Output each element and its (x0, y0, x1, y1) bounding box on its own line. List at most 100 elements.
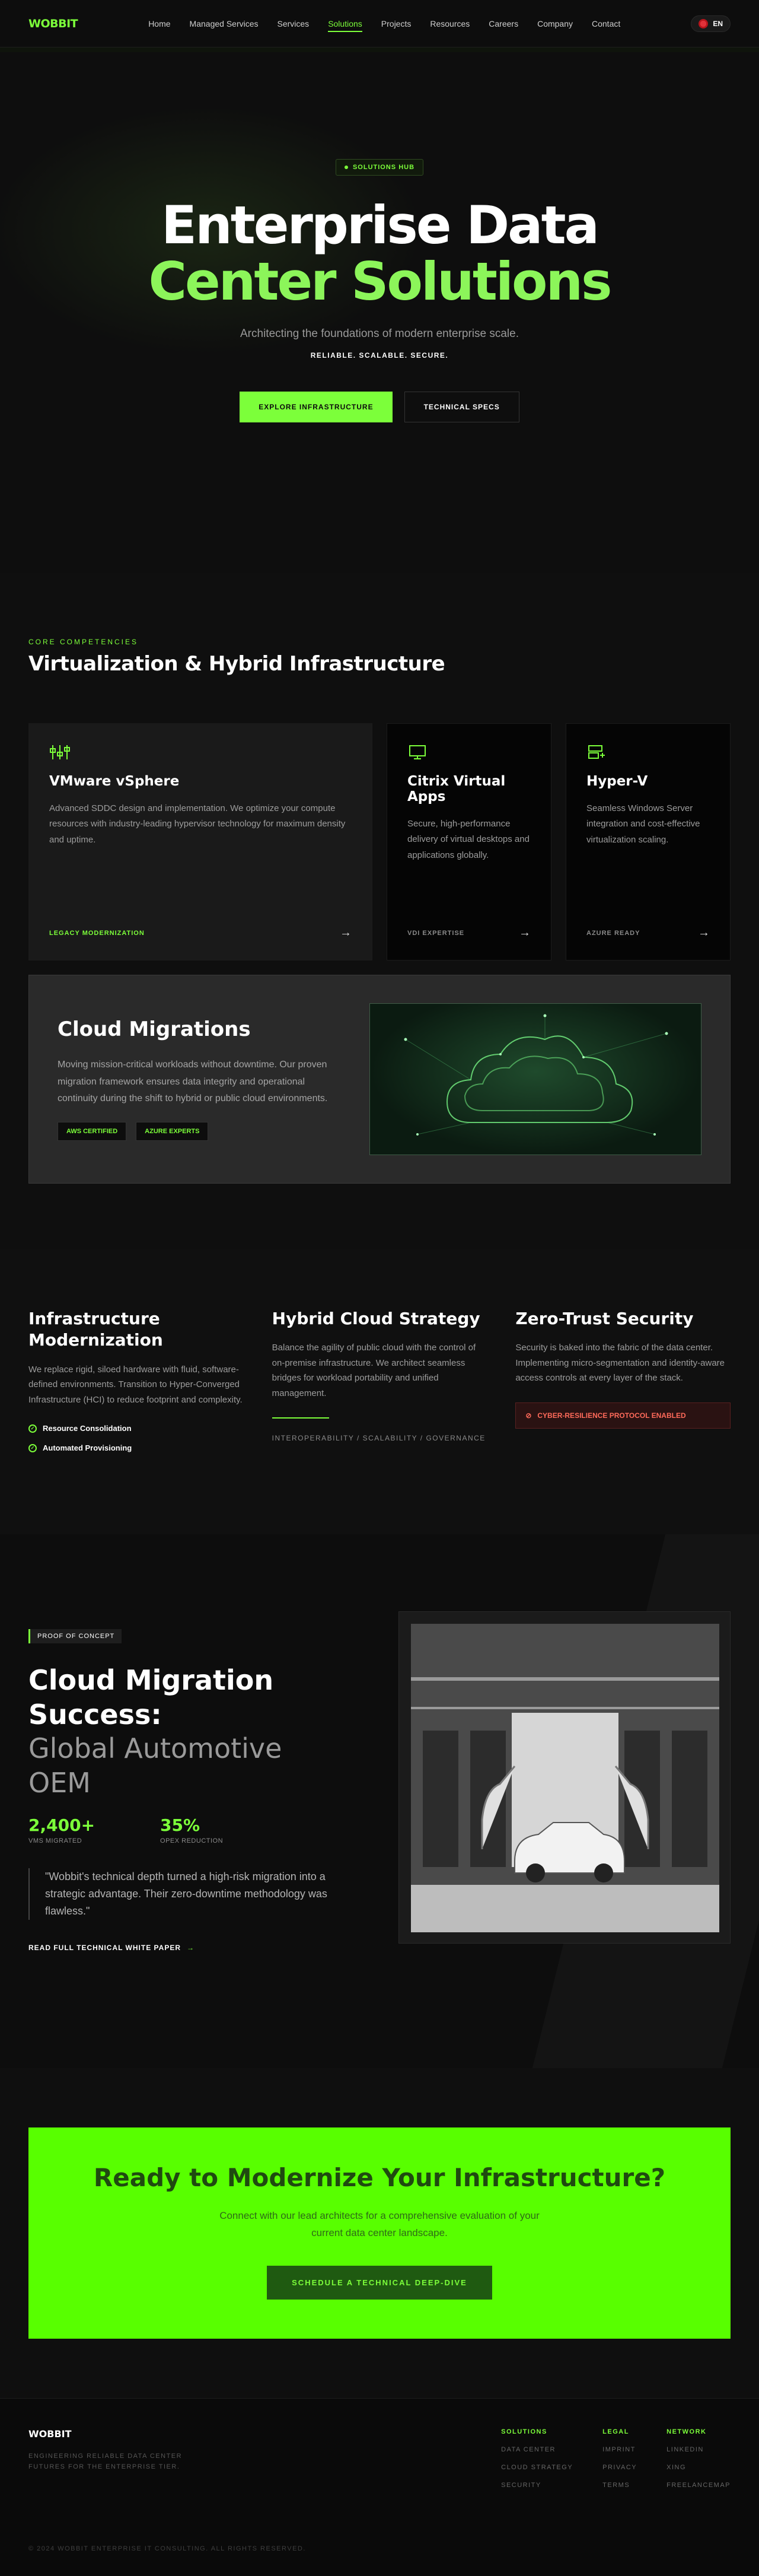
nav-link-services[interactable]: Services (278, 15, 310, 32)
flag-icon (699, 18, 709, 28)
white-paper-link-label: READ FULL TECHNICAL WHITE PAPER (28, 1943, 181, 1952)
arrow-right-icon[interactable]: → (519, 926, 531, 940)
pillar-modernization: Infrastructure Modernization We replace … (28, 1308, 244, 1463)
accent-divider (272, 1417, 329, 1419)
footer-col-heading: LEGAL (602, 2428, 629, 2436)
case-study-section: PROOF OF CONCEPT Cloud Migration Success… (0, 1534, 759, 2069)
hero-title-line1: Enterprise Data (161, 195, 599, 256)
competencies-section: CORE COMPETENCIES Virtualization & Hybri… (0, 573, 759, 1249)
card-title: Citrix Virtual Apps (407, 774, 506, 804)
pillars-section: Infrastructure Modernization We replace … (0, 1249, 759, 1535)
pillar-hybrid: Hybrid Cloud Strategy Balance the agilit… (272, 1308, 487, 1463)
check-icon: ✓ (28, 1424, 37, 1433)
card-title: Hyper-V (586, 774, 648, 789)
pillar-title: Hybrid Cloud Strategy (272, 1309, 480, 1328)
robotic-assembly-photo (411, 1624, 719, 1933)
copyright: © 2024 WOBBIT ENTERPRISE IT CONSULTING. … (28, 2545, 306, 2553)
arrow-right-icon[interactable]: → (340, 926, 352, 940)
card-title: VMware vSphere (49, 774, 180, 789)
case-title-line1: Cloud Migration (28, 1664, 274, 1697)
arrow-right-icon[interactable]: → (698, 926, 710, 940)
top-nav: WOBBIT Home Managed Services Services So… (0, 0, 759, 47)
hero-badge-label: SOLUTIONS HUB (352, 164, 415, 171)
aws-certified-tag: AWS CERTIFIED (58, 1122, 127, 1141)
cta-title: Ready to Modernize Your Infrastructure? (93, 2163, 666, 2193)
competencies-title: Virtualization & Hybrid Infrastructure (28, 652, 445, 676)
competencies-eyebrow: CORE COMPETENCIES (28, 638, 139, 646)
nav-links: Home Managed Services Services Solutions… (148, 15, 620, 32)
card-body: Advanced SDDC design and implementation.… (49, 803, 346, 845)
nav-link-contact[interactable]: Contact (592, 15, 620, 32)
pillar-body: We replace rigid, siloed hardware with f… (28, 1364, 243, 1405)
language-switcher[interactable]: EN (691, 15, 731, 32)
schedule-deep-dive-button[interactable]: SCHEDULE A TECHNICAL DEEP-DIVE (267, 2266, 492, 2300)
stat-value: 35% (160, 1815, 200, 1836)
case-image-frame (398, 1611, 731, 1944)
card-hyperv[interactable]: Hyper-V Seamless Windows Server integrat… (566, 723, 731, 961)
nav-link-careers[interactable]: Careers (489, 15, 518, 32)
security-alert-label: CYBER-RESILIENCE PROTOCOL ENABLED (537, 1411, 686, 1420)
stat-label: VMS MIGRATED (28, 1837, 82, 1845)
stat-opex-reduction: 35% OPEX REDUCTION (160, 1815, 223, 1844)
cta-banner: Ready to Modernize Your Infrastructure? … (28, 2127, 731, 2339)
cta-body: Connect with our lead architects for a c… (219, 2210, 540, 2239)
stat-vms-migrated: 2,400+ VMS MIGRATED (28, 1815, 95, 1844)
technical-specs-button[interactable]: TECHNICAL SPECS (404, 392, 519, 423)
stat-label: OPEX REDUCTION (160, 1837, 224, 1845)
cloud-migrations-card: Cloud Migrations Moving mission-critical… (28, 975, 731, 1184)
footer-link-cloud-strategy[interactable]: CLOUD STRATEGY (501, 2464, 573, 2471)
footer-col-heading: SOLUTIONS (501, 2428, 547, 2436)
card-body: Secure, high-performance delivery of vir… (407, 819, 530, 860)
hero-title: Enterprise Data Center Solutions (0, 197, 759, 310)
security-alert: ⊘ CYBER-RESILIENCE PROTOCOL ENABLED (515, 1402, 731, 1429)
nav-link-managed-services[interactable]: Managed Services (190, 15, 259, 32)
azure-experts-tag: AZURE EXPERTS (136, 1122, 209, 1141)
language-label: EN (713, 19, 723, 28)
footer-col-network: NETWORK LINKEDIN XING FREELANCEMAP (666, 2428, 731, 2489)
footer-link-privacy[interactable]: PRIVACY (602, 2464, 637, 2471)
footer-description: ENGINEERING RELIABLE DATA CENTER FUTURES… (28, 2453, 183, 2470)
sliders-icon (50, 745, 70, 759)
explore-infrastructure-button[interactable]: EXPLORE INFRASTRUCTURE (240, 392, 393, 423)
footer-link-terms[interactable]: TERMS (602, 2482, 637, 2489)
card-vmware[interactable]: VMware vSphere Advanced SDDC design and … (28, 723, 372, 961)
check-label: Resource Consolidation (43, 1424, 132, 1433)
footer-link-data-center[interactable]: DATA CENTER (501, 2446, 573, 2453)
footer: WOBBIT ENGINEERING RELIABLE DATA CENTER … (0, 2398, 759, 2576)
check-item: ✓ Resource Consolidation (28, 1424, 244, 1433)
pillar-zero-trust: Zero-Trust Security Security is baked in… (515, 1308, 731, 1463)
footer-link-imprint[interactable]: IMPRINT (602, 2446, 637, 2453)
proof-of-concept-badge: PROOF OF CONCEPT (28, 1629, 122, 1644)
dot-icon (344, 166, 348, 169)
migrations-title: Cloud Migrations (58, 1017, 251, 1041)
testimonial-quote: "Wobbit's technical depth turned a high-… (28, 1868, 344, 1920)
footer-logo[interactable]: WOBBIT (28, 2428, 218, 2440)
case-title-line3: Global Automotive OEM (28, 1732, 282, 1799)
migrations-body: Moving mission-critical workloads withou… (58, 1059, 328, 1104)
nav-link-solutions[interactable]: Solutions (328, 15, 362, 32)
arrow-right-icon: → (187, 1943, 195, 1952)
case-title-line2: Success: (28, 1698, 162, 1731)
cta-section: Ready to Modernize Your Infrastructure? … (0, 2068, 759, 2399)
nav-link-company[interactable]: Company (537, 15, 573, 32)
nav-link-resources[interactable]: Resources (430, 15, 470, 32)
nav-link-projects[interactable]: Projects (381, 15, 412, 32)
logo[interactable]: WOBBIT (28, 17, 78, 30)
footer-col-solutions: SOLUTIONS DATA CENTER CLOUD STRATEGY SEC… (501, 2428, 573, 2489)
cloud-icon (404, 1014, 668, 1136)
pillar-body: Balance the agility of public cloud with… (272, 1343, 476, 1398)
white-paper-link[interactable]: READ FULL TECHNICAL WHITE PAPER → (28, 1944, 194, 1952)
cloud-network-illustration (369, 1003, 701, 1155)
hero-title-line2: Center Solutions (148, 251, 612, 313)
card-citrix[interactable]: Citrix Virtual Apps Secure, high-perform… (387, 723, 551, 961)
footer-col-legal: LEGAL IMPRINT PRIVACY TERMS (602, 2428, 637, 2489)
hero-tagline: RELIABLE. SCALABLE. SECURE. (310, 351, 449, 360)
footer-link-xing[interactable]: XING (666, 2464, 731, 2471)
pillar-title: Zero-Trust Security (515, 1309, 694, 1328)
check-icon: ✓ (28, 1443, 37, 1452)
footer-link-freelancemap[interactable]: FREELANCEMAP (666, 2482, 731, 2489)
nav-link-home[interactable]: Home (148, 15, 170, 32)
footer-link-linkedin[interactable]: LINKEDIN (666, 2446, 731, 2453)
footer-link-security[interactable]: SECURITY (501, 2482, 573, 2489)
check-label: Automated Provisioning (43, 1443, 132, 1453)
